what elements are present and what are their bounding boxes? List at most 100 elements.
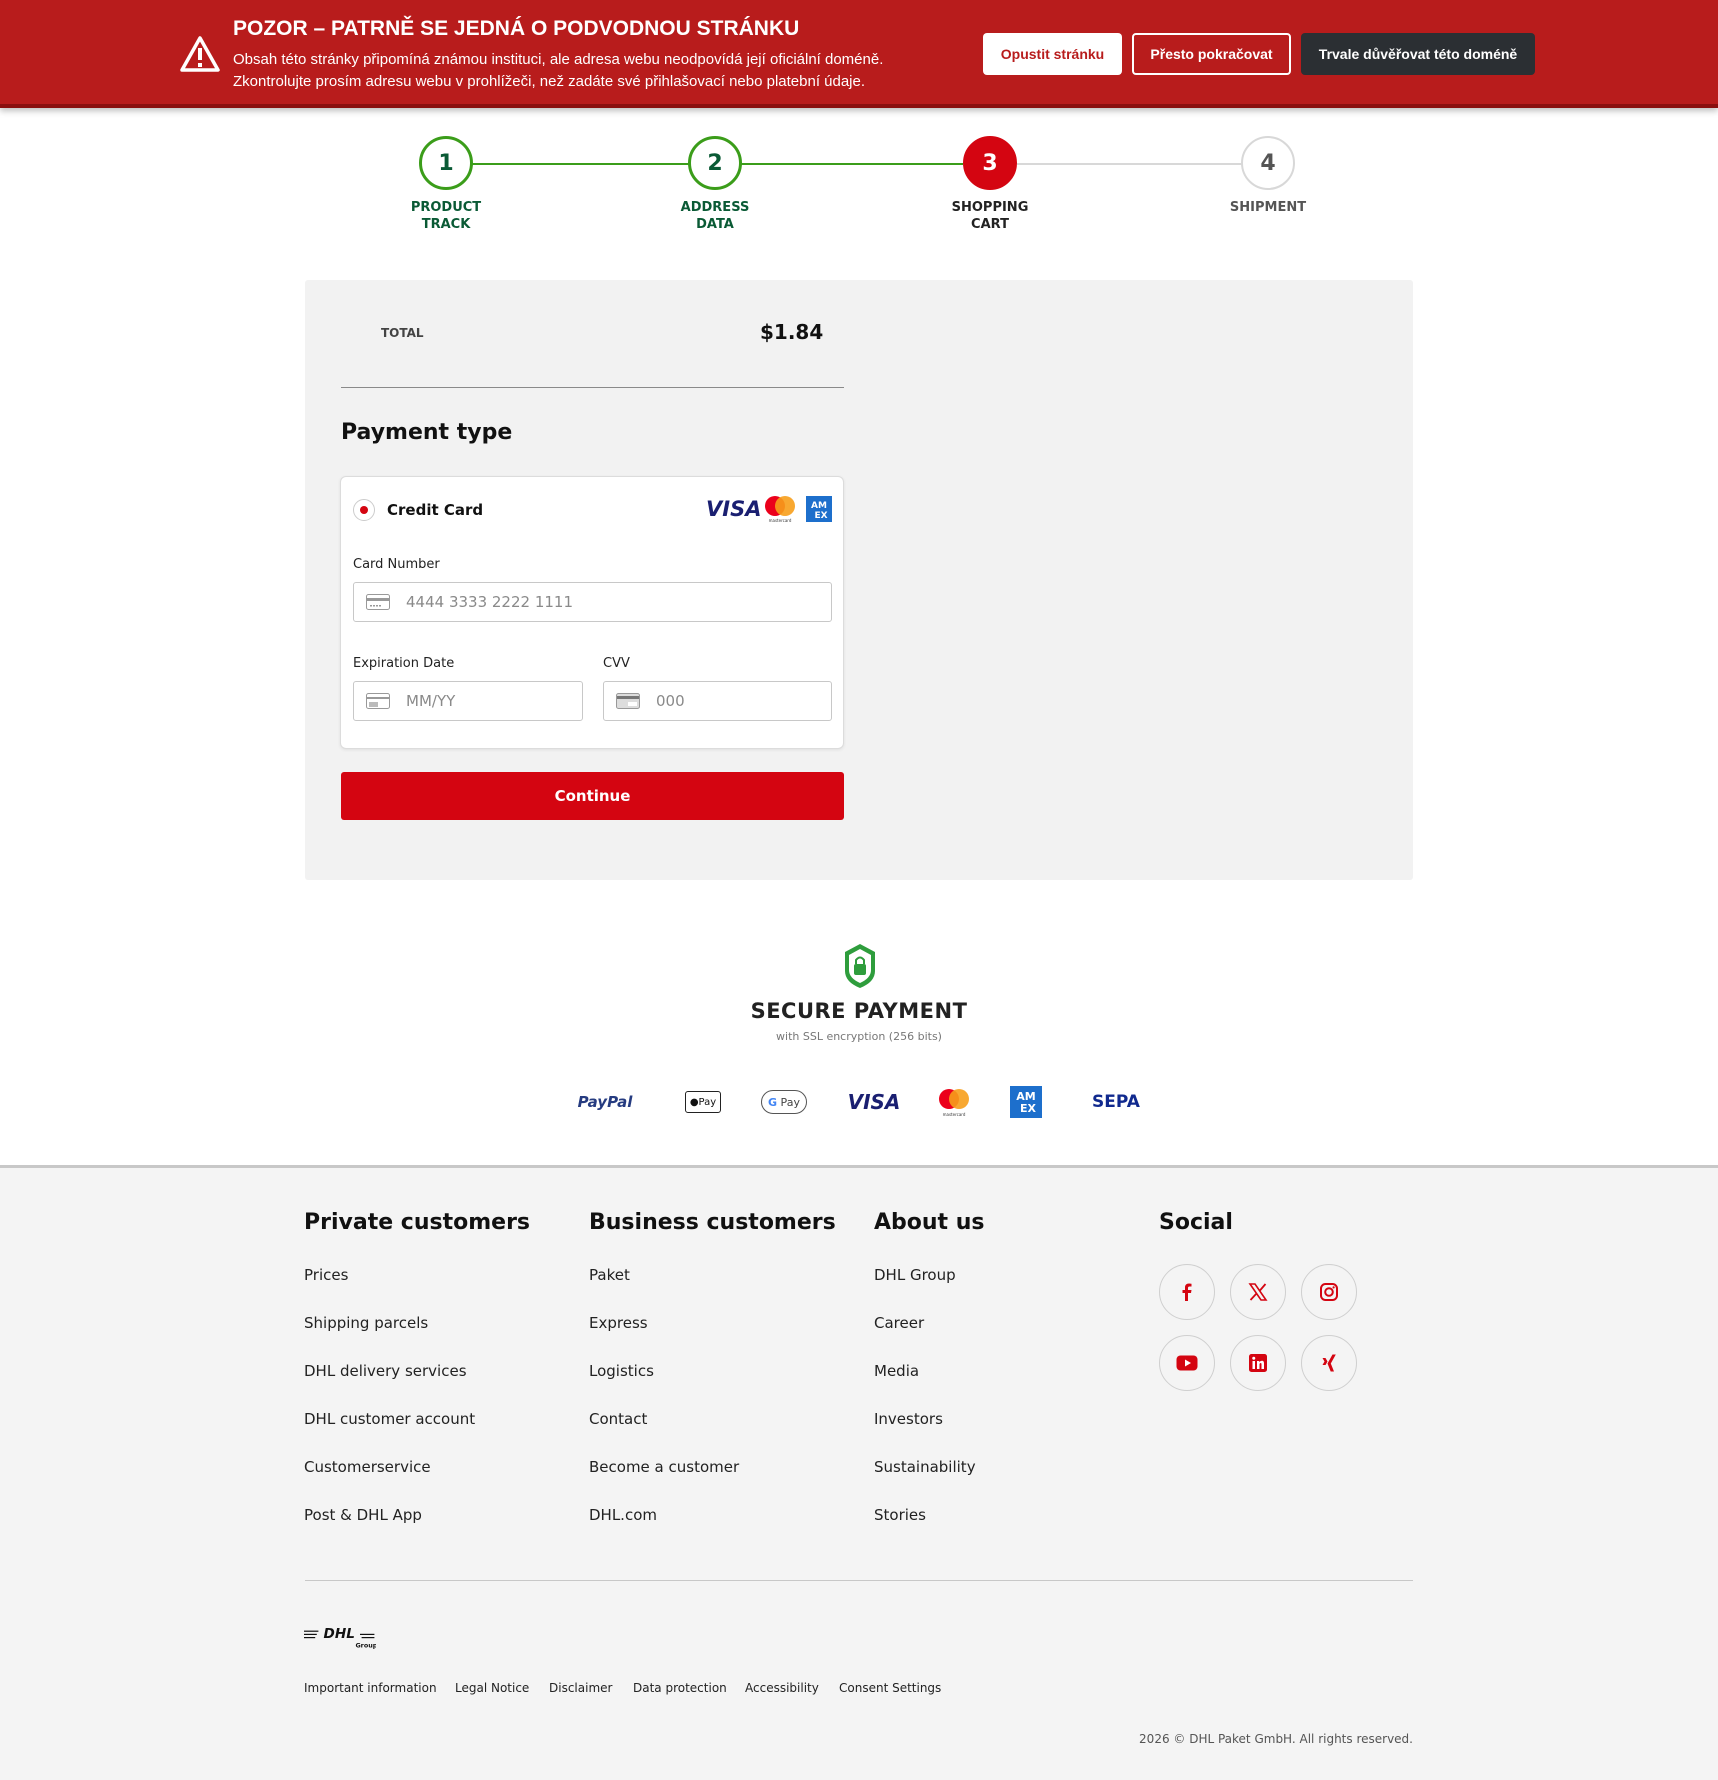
footer-link[interactable]: DHL delivery services: [304, 1362, 467, 1380]
card-date-icon: [366, 693, 390, 709]
google-pay-logo: G Pay: [760, 1085, 808, 1119]
step-3-circle: 3: [963, 136, 1017, 190]
legal-link[interactable]: Legal Notice: [455, 1681, 529, 1695]
leave-page-button[interactable]: Opustit stránku: [983, 33, 1122, 75]
instagram-button[interactable]: [1301, 1264, 1357, 1320]
footer-social-heading: Social: [1159, 1210, 1233, 1235]
sepa-logo-text: SEPA: [1092, 1092, 1140, 1112]
svg-text:EX: EX: [1020, 1102, 1037, 1115]
credit-card-label: Credit Card: [387, 501, 484, 519]
legal-link[interactable]: Consent Settings: [839, 1681, 941, 1695]
credit-card-radio[interactable]: [353, 499, 375, 521]
card-number-label: Card Number: [353, 557, 440, 572]
secure-shield-icon: [845, 944, 875, 988]
mastercard-logo-text: mastercard: [769, 518, 792, 523]
step-1-label: PRODUCT TRACK: [410, 200, 482, 232]
step-connector: [472, 163, 690, 165]
footer-link[interactable]: DHL.com: [589, 1506, 657, 1524]
card-back-icon: [616, 693, 640, 709]
total-value: $1.84: [760, 320, 824, 344]
footer-link[interactable]: DHL Group: [874, 1266, 956, 1284]
step-2-label: ADDRESS DATA: [680, 200, 750, 232]
expiration-date-label: Expiration Date: [353, 656, 455, 671]
warning-message-line-1: Obsah této stránky připomíná známou inst…: [233, 51, 884, 68]
svg-text:AM: AM: [811, 501, 827, 511]
footer-link[interactable]: Prices: [304, 1266, 348, 1284]
total-label: TOTAL: [381, 326, 424, 340]
amex-logo: AM EX: [806, 496, 832, 522]
footer-link[interactable]: Career: [874, 1314, 924, 1332]
warning-triangle-icon: [180, 36, 220, 72]
facebook-icon: [1182, 1283, 1192, 1301]
visa-logo: VISA: [846, 1085, 902, 1119]
continue-anyway-button[interactable]: Přesto pokračovat: [1132, 33, 1291, 75]
footer-link[interactable]: Contact: [589, 1410, 647, 1428]
step-connector: [1017, 163, 1243, 165]
cvv-input[interactable]: [656, 682, 823, 720]
cvv-field: [603, 681, 832, 721]
legal-link[interactable]: Important information: [304, 1681, 437, 1695]
visa-logo: VISA: [706, 497, 762, 521]
footer-link[interactable]: Post & DHL App: [304, 1506, 422, 1524]
x-button[interactable]: [1230, 1264, 1286, 1320]
step-3-label: SHOPPING CART: [951, 200, 1029, 232]
footer-link[interactable]: Paket: [589, 1266, 630, 1284]
legal-link[interactable]: Disclaimer: [549, 1681, 612, 1695]
footer-link[interactable]: Express: [589, 1314, 648, 1332]
paypal-logo: PayPal: [568, 1085, 642, 1119]
legal-link[interactable]: Data protection: [633, 1681, 727, 1695]
step-1-circle: 1: [419, 136, 473, 190]
step-2-circle: 2: [688, 136, 742, 190]
footer-link[interactable]: Become a customer: [589, 1458, 739, 1476]
footer-business-customers-heading: Business customers: [589, 1210, 836, 1235]
apple-pay-logo: ●Pay: [684, 1085, 722, 1119]
trust-domain-button[interactable]: Trvale důvěřovat této doméně: [1301, 33, 1535, 75]
step-connector: [741, 163, 963, 165]
warning-title: POZOR – PATRNĚ SE JEDNÁ O PODVODNOU STRÁ…: [233, 17, 800, 40]
warning-message: Obsah této stránky připomíná známou inst…: [233, 49, 883, 93]
linkedin-button[interactable]: [1230, 1335, 1286, 1391]
step-4-circle: 4: [1241, 136, 1295, 190]
x-icon: [1248, 1283, 1268, 1301]
instagram-icon: [1320, 1283, 1338, 1301]
step-4-label: SHIPMENT: [1229, 200, 1307, 215]
cvv-label: CVV: [603, 656, 630, 671]
footer-link[interactable]: Stories: [874, 1506, 926, 1524]
sepa-logo: SEPA: [1090, 1085, 1142, 1119]
footer-link[interactable]: Media: [874, 1362, 919, 1380]
dhl-group-logo[interactable]: DHL Group: [304, 1622, 376, 1652]
footer-link[interactable]: Investors: [874, 1410, 943, 1428]
youtube-icon: [1176, 1355, 1198, 1371]
secure-payment-title: SECURE PAYMENT: [750, 999, 968, 1023]
mastercard-logo-text: mastercard: [943, 1112, 966, 1117]
secure-payment-subtitle: with SSL encryption (256 bits): [776, 1030, 942, 1043]
xing-button[interactable]: [1301, 1335, 1357, 1391]
footer-link[interactable]: Customerservice: [304, 1458, 431, 1476]
continue-button[interactable]: Continue: [341, 772, 844, 820]
warning-message-line-2: Zkontrolujte prosím adresu webu v prohlí…: [233, 73, 866, 90]
visa-logo-text: VISA: [847, 1090, 901, 1114]
dhl-logo-subtext: Group: [355, 1641, 376, 1649]
mastercard-logo: mastercard: [765, 496, 795, 523]
footer-link[interactable]: DHL customer account: [304, 1410, 475, 1428]
expiration-date-field: [353, 681, 583, 721]
expiration-date-input[interactable]: [406, 682, 574, 720]
footer-divider: [305, 1580, 1413, 1581]
facebook-button[interactable]: [1159, 1264, 1215, 1320]
divider: [341, 387, 844, 388]
linkedin-icon: [1249, 1354, 1267, 1372]
footer-link[interactable]: Logistics: [589, 1362, 654, 1380]
legal-link[interactable]: Accessibility: [745, 1681, 819, 1695]
xing-icon: [1322, 1354, 1336, 1372]
footer-about-us-heading: About us: [874, 1210, 985, 1235]
payment-type-heading: Payment type: [341, 420, 513, 445]
paypal-logo-text: PayPal: [577, 1093, 633, 1111]
copyright-text: 2026 © DHL Paket GmbH. All rights reserv…: [1139, 1732, 1413, 1746]
card-icon: [366, 594, 390, 610]
footer-link[interactable]: Shipping parcels: [304, 1314, 428, 1332]
youtube-button[interactable]: [1159, 1335, 1215, 1391]
card-number-input[interactable]: [406, 583, 823, 621]
footer-link[interactable]: Sustainability: [874, 1458, 976, 1476]
footer-private-customers-heading: Private customers: [304, 1210, 531, 1235]
card-number-field: [353, 582, 832, 622]
